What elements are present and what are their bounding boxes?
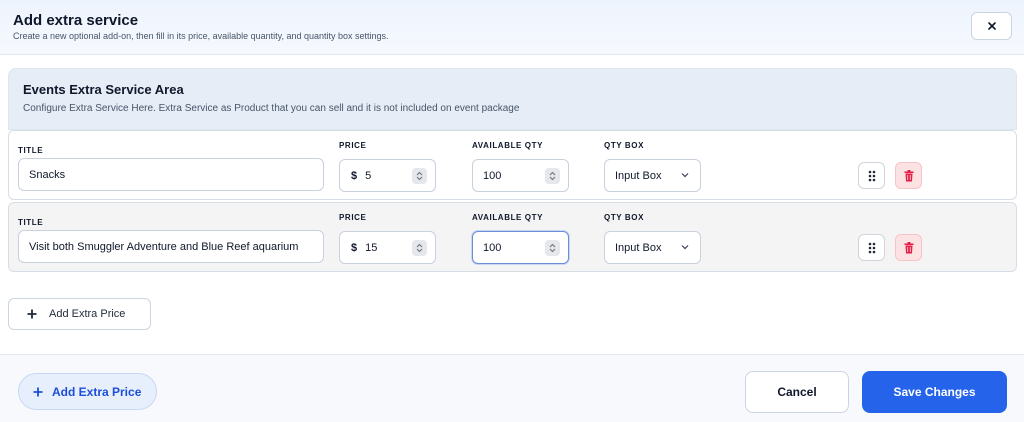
price-label: PRICE: [339, 213, 367, 222]
spinner-icon[interactable]: [412, 168, 427, 184]
drag-handle-button[interactable]: [858, 162, 885, 189]
service-row: TITLE PRICE AVAILABLE QTY QTY BOX Visit …: [8, 202, 1017, 272]
plus-icon: [27, 309, 37, 319]
title-label: TITLE: [18, 146, 44, 155]
modal-title: Add extra service: [13, 12, 139, 29]
cancel-button[interactable]: Cancel: [745, 371, 849, 413]
footer-add-extra-price-button[interactable]: Add Extra Price: [18, 373, 157, 410]
currency-symbol: $: [351, 169, 358, 182]
footer-add-label: Add Extra Price: [52, 384, 142, 399]
drag-dots-icon: [868, 242, 875, 253]
modal-subtitle: Create a new optional add-on, then fill …: [13, 31, 389, 41]
section-header: Events Extra Service Area Configure Extr…: [8, 68, 1017, 130]
spinner-icon[interactable]: [545, 240, 560, 256]
add-extra-price-label: Add Extra Price: [49, 308, 126, 320]
delete-button[interactable]: [895, 234, 922, 261]
delete-button[interactable]: [895, 162, 922, 189]
plus-icon: [33, 387, 43, 396]
qty-box-label: QTY BOX: [604, 141, 645, 150]
title-label: TITLE: [18, 218, 44, 227]
currency-symbol: $: [351, 241, 358, 254]
modal-footer: Add Extra Price Cancel Save Changes: [0, 354, 1024, 422]
save-changes-button[interactable]: Save Changes: [862, 371, 1007, 413]
qty-box-label: QTY BOX: [604, 213, 645, 222]
price-input[interactable]: $ 5: [339, 159, 436, 192]
service-row: TITLE PRICE AVAILABLE QTY QTY BOX Snacks…: [8, 130, 1017, 200]
drag-handle-button[interactable]: [858, 234, 885, 261]
spinner-icon[interactable]: [412, 240, 427, 256]
price-value: 5: [365, 169, 372, 182]
qty-box-select[interactable]: Input Box: [604, 159, 701, 192]
add-extra-price-button[interactable]: Add Extra Price: [8, 298, 151, 330]
spinner-icon[interactable]: [545, 168, 560, 184]
available-qty-value: 100: [483, 169, 502, 182]
available-qty-label: AVAILABLE QTY: [472, 213, 544, 222]
available-qty-label: AVAILABLE QTY: [472, 141, 544, 150]
close-icon: [987, 22, 996, 30]
qty-box-value: Input Box: [615, 169, 662, 182]
available-qty-input[interactable]: 100: [472, 231, 569, 264]
close-button[interactable]: [971, 12, 1012, 40]
price-input[interactable]: $ 15: [339, 231, 436, 264]
drag-dots-icon: [868, 170, 875, 181]
trash-icon: [904, 169, 913, 181]
price-label: PRICE: [339, 141, 367, 150]
section-title: Events Extra Service Area: [23, 82, 184, 97]
title-value: Snacks: [29, 168, 66, 181]
qty-box-select[interactable]: Input Box: [604, 231, 701, 264]
title-value: Visit both Smuggler Adventure and Blue R…: [29, 240, 299, 253]
modal-header: Add extra service Create a new optional …: [0, 0, 1024, 55]
title-input[interactable]: Snacks: [18, 158, 324, 191]
title-input[interactable]: Visit both Smuggler Adventure and Blue R…: [18, 230, 324, 263]
add-extra-service-modal: Add extra service Create a new optional …: [0, 0, 1024, 422]
chevron-down-icon: [681, 173, 689, 178]
chevron-down-icon: [681, 245, 689, 250]
available-qty-value: 100: [483, 241, 502, 254]
price-value: 15: [365, 241, 378, 254]
section-subtitle: Configure Extra Service Here. Extra Serv…: [23, 103, 520, 114]
qty-box-value: Input Box: [615, 241, 662, 254]
trash-icon: [904, 241, 913, 253]
available-qty-input[interactable]: 100: [472, 159, 569, 192]
